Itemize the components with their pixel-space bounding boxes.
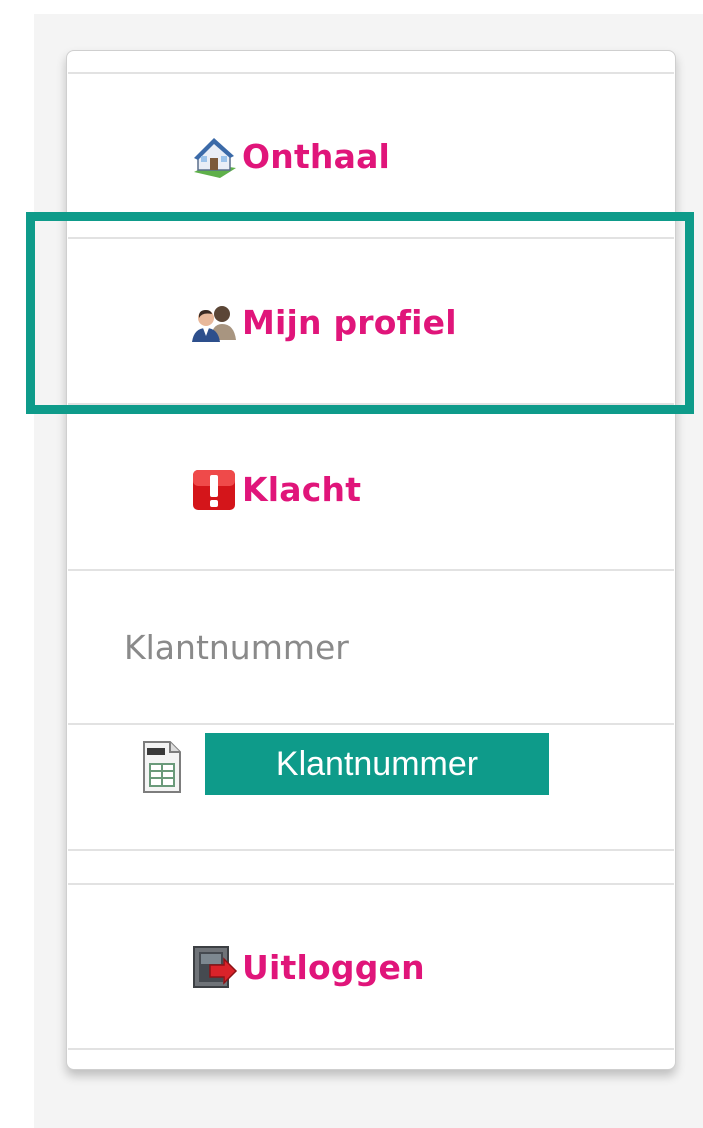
menu-divider xyxy=(68,883,674,885)
menu-item-label: Onthaal xyxy=(242,136,391,176)
menu-divider xyxy=(68,403,674,405)
menu-divider xyxy=(68,237,674,239)
document-icon xyxy=(140,740,184,794)
section-heading-klantnummer: Klantnummer xyxy=(124,628,349,667)
menu-item-uitloggen[interactable]: Uitloggen xyxy=(190,942,425,992)
home-icon xyxy=(190,132,238,180)
menu-divider xyxy=(68,849,674,851)
menu-item-onthaal[interactable]: Onthaal xyxy=(190,131,390,181)
menu-item-klacht[interactable]: Klacht xyxy=(190,464,361,514)
users-icon xyxy=(190,298,238,346)
menu-item-mijn-profiel[interactable]: Mijn profiel xyxy=(190,297,457,347)
menu-item-label: Klacht xyxy=(242,469,362,509)
menu-item-label: Mijn profiel xyxy=(242,302,457,342)
menu-divider xyxy=(68,72,674,74)
klantnummer-button[interactable]: Klantnummer xyxy=(205,733,549,795)
menu-divider xyxy=(68,723,674,725)
navigation-menu xyxy=(66,50,676,1070)
warning-icon xyxy=(190,465,238,513)
menu-divider xyxy=(68,1048,674,1050)
menu-item-label: Uitloggen xyxy=(242,947,425,987)
logout-door-icon xyxy=(190,943,238,991)
menu-divider xyxy=(68,569,674,571)
